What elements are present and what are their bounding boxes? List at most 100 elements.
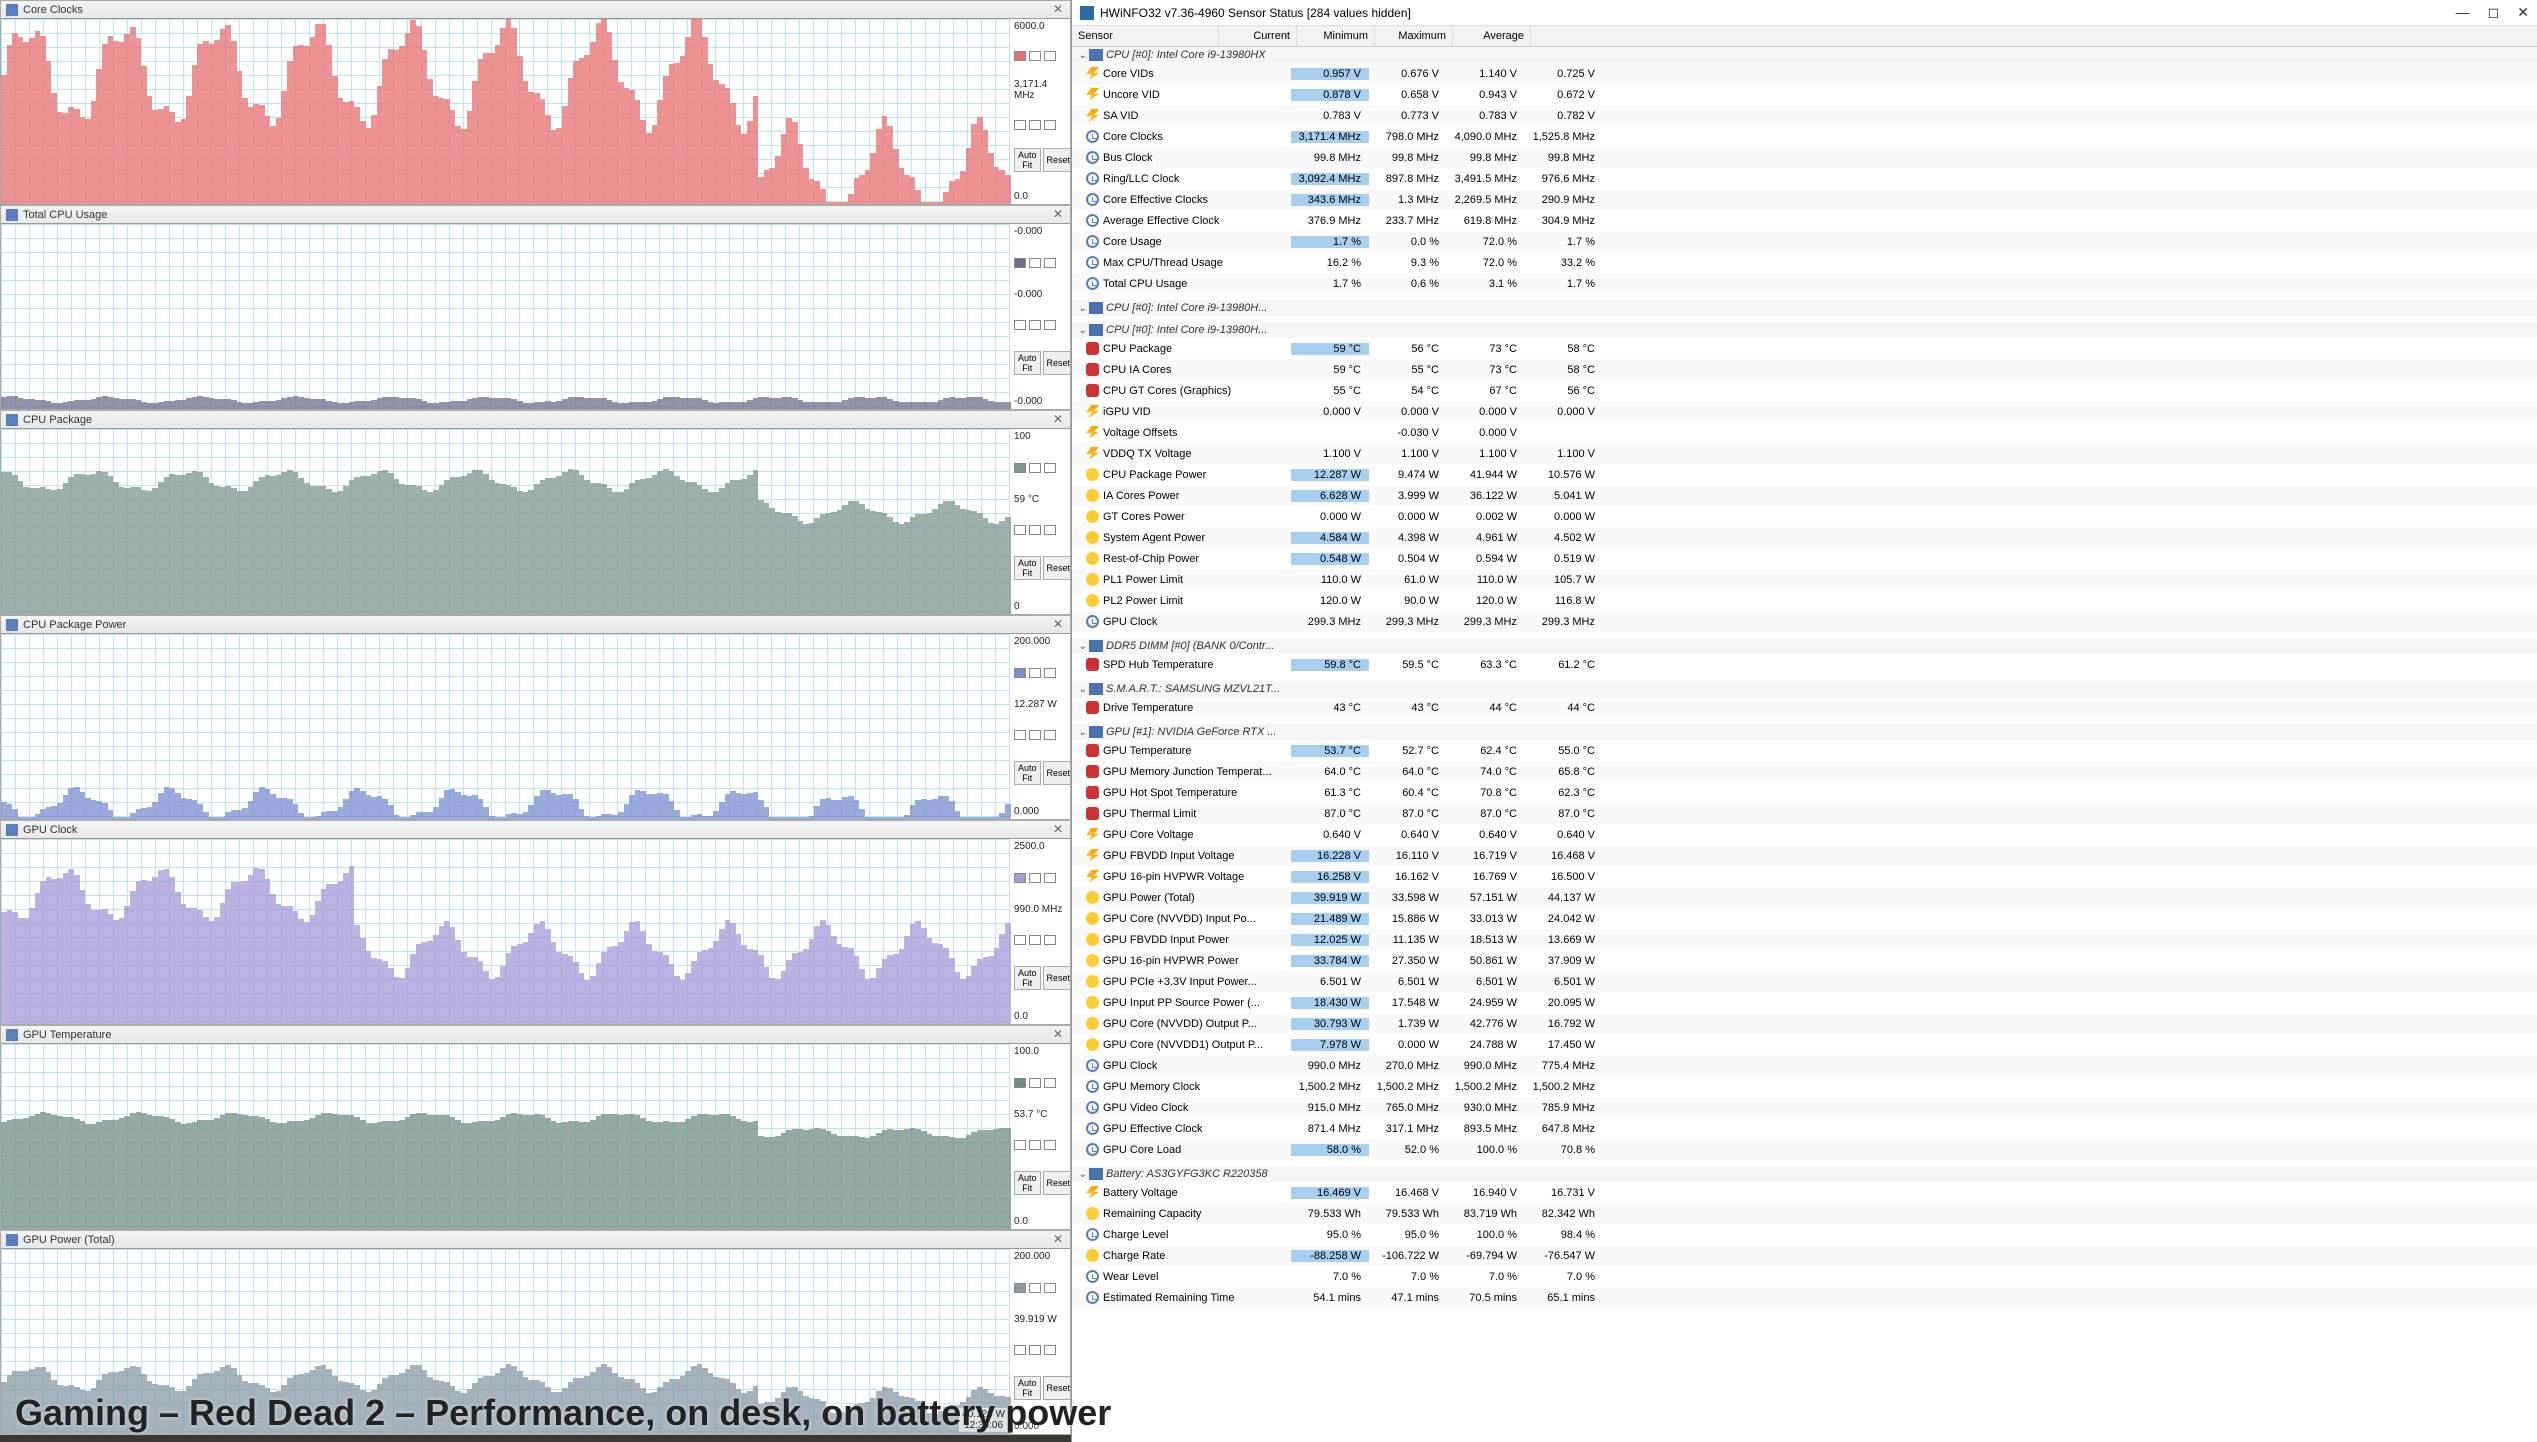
chart-header[interactable]: CPU Package Power ✕ bbox=[1, 616, 1070, 634]
chart-close-icon[interactable]: ✕ bbox=[1051, 208, 1065, 222]
swatch-empty[interactable] bbox=[1044, 258, 1056, 268]
sensor-row[interactable]: SPD Hub Temperature 59.8 °C 59.5 °C 63.3… bbox=[1072, 654, 2537, 675]
expand-icon[interactable]: ⌄ bbox=[1076, 303, 1089, 314]
swatch-empty[interactable] bbox=[1044, 1345, 1056, 1355]
chart-close-icon[interactable]: ✕ bbox=[1051, 1233, 1065, 1247]
sensor-row[interactable]: GPU Memory Clock 1,500.2 MHz 1,500.2 MHz… bbox=[1072, 1076, 2537, 1097]
sensor-row[interactable]: GPU Memory Junction Temperat... 64.0 °C … bbox=[1072, 761, 2537, 782]
sensor-row[interactable]: Ring/LLC Clock 3,092.4 MHz 897.8 MHz 3,4… bbox=[1072, 168, 2537, 189]
expand-icon[interactable]: ⌄ bbox=[1076, 684, 1089, 695]
sensor-row[interactable]: Core VIDs 0.957 V 0.676 V 1.140 V 0.725 … bbox=[1072, 63, 2537, 84]
reset-button[interactable]: Reset bbox=[1043, 556, 1070, 580]
sensor-row[interactable]: Wear Level 7.0 % 7.0 % 7.0 % 7.0 % bbox=[1072, 1266, 2537, 1287]
sensor-group[interactable]: ⌄S.M.A.R.T.: SAMSUNG MZVL21T... bbox=[1072, 681, 2537, 697]
swatch-empty[interactable] bbox=[1044, 120, 1056, 130]
sensor-row[interactable]: CPU Package Power 12.287 W 9.474 W 41.94… bbox=[1072, 464, 2537, 485]
sensor-group[interactable]: ⌄CPU [#0]: Intel Core i9-13980HX bbox=[1072, 47, 2537, 63]
swatch-empty[interactable] bbox=[1029, 51, 1041, 61]
sensor-row[interactable]: Total CPU Usage 1.7 % 0.6 % 3.1 % 1.7 % bbox=[1072, 273, 2537, 294]
sensor-row[interactable]: GPU FBVDD Input Voltage 16.228 V 16.110 … bbox=[1072, 845, 2537, 866]
swatch-empty[interactable] bbox=[1044, 1078, 1056, 1088]
swatch-empty[interactable] bbox=[1014, 525, 1026, 535]
swatch-empty[interactable] bbox=[1029, 935, 1041, 945]
swatch-empty[interactable] bbox=[1029, 1078, 1041, 1088]
swatch-empty[interactable] bbox=[1044, 463, 1056, 473]
sensor-row[interactable]: VDDQ TX Voltage 1.100 V 1.100 V 1.100 V … bbox=[1072, 443, 2537, 464]
col-average[interactable]: Average bbox=[1453, 26, 1531, 46]
swatch-empty[interactable] bbox=[1014, 1140, 1026, 1150]
sensor-row[interactable]: GPU Clock 990.0 MHz 270.0 MHz 990.0 MHz … bbox=[1072, 1055, 2537, 1076]
sensor-row[interactable]: Charge Rate -88.258 W -106.722 W -69.794… bbox=[1072, 1245, 2537, 1266]
swatch-empty[interactable] bbox=[1029, 668, 1041, 678]
swatch-empty[interactable] bbox=[1029, 258, 1041, 268]
swatch-empty[interactable] bbox=[1014, 935, 1026, 945]
sensor-row[interactable]: Rest-of-Chip Power 0.548 W 0.504 W 0.594… bbox=[1072, 548, 2537, 569]
autofit-button[interactable]: Auto Fit bbox=[1014, 351, 1041, 375]
swatch-empty[interactable] bbox=[1044, 730, 1056, 740]
sensor-row[interactable]: GPU Input PP Source Power (... 18.430 W … bbox=[1072, 992, 2537, 1013]
chart-header[interactable]: Total CPU Usage ✕ bbox=[1, 206, 1070, 224]
sensor-row[interactable]: GPU 16-pin HVPWR Power 33.784 W 27.350 W… bbox=[1072, 950, 2537, 971]
swatch-empty[interactable] bbox=[1044, 1140, 1056, 1150]
autofit-button[interactable]: Auto Fit bbox=[1014, 1171, 1041, 1195]
swatch-empty[interactable] bbox=[1029, 120, 1041, 130]
sensor-row[interactable]: SA VID 0.783 V 0.773 V 0.783 V 0.782 V bbox=[1072, 105, 2537, 126]
chart-close-icon[interactable]: ✕ bbox=[1051, 1028, 1065, 1042]
sensor-row[interactable]: Max CPU/Thread Usage 16.2 % 9.3 % 72.0 %… bbox=[1072, 252, 2537, 273]
series-swatch[interactable] bbox=[1014, 668, 1026, 678]
sensor-row[interactable]: Estimated Remaining Time 54.1 mins 47.1 … bbox=[1072, 1287, 2537, 1308]
chart-header[interactable]: CPU Package ✕ bbox=[1, 411, 1070, 429]
reset-button[interactable]: Reset bbox=[1043, 148, 1070, 172]
swatch-empty[interactable] bbox=[1029, 1140, 1041, 1150]
sensor-row[interactable]: CPU Package 59 °C 56 °C 73 °C 58 °C bbox=[1072, 338, 2537, 359]
expand-icon[interactable]: ⌄ bbox=[1076, 325, 1089, 336]
sensor-row[interactable]: GPU Video Clock 915.0 MHz 765.0 MHz 930.… bbox=[1072, 1097, 2537, 1118]
series-swatch[interactable] bbox=[1014, 1078, 1026, 1088]
series-swatch[interactable] bbox=[1014, 463, 1026, 473]
series-swatch[interactable] bbox=[1014, 873, 1026, 883]
sensor-row[interactable]: CPU GT Cores (Graphics) 55 °C 54 °C 67 °… bbox=[1072, 380, 2537, 401]
sensor-group[interactable]: ⌄DDR5 DIMM [#0] (BANK 0/Contr... bbox=[1072, 638, 2537, 654]
expand-icon[interactable]: ⌄ bbox=[1076, 50, 1089, 61]
sensor-row[interactable]: Bus Clock 99.8 MHz 99.8 MHz 99.8 MHz 99.… bbox=[1072, 147, 2537, 168]
sensor-row[interactable]: Average Effective Clock 376.9 MHz 233.7 … bbox=[1072, 210, 2537, 231]
sensor-row[interactable]: GPU Core (NVVDD) Output P... 30.793 W 1.… bbox=[1072, 1013, 2537, 1034]
autofit-button[interactable]: Auto Fit bbox=[1014, 966, 1041, 990]
sensor-group[interactable]: ⌄CPU [#0]: Intel Core i9-13980H... bbox=[1072, 300, 2537, 316]
swatch-empty[interactable] bbox=[1044, 525, 1056, 535]
close-button[interactable]: ✕ bbox=[2517, 4, 2529, 21]
sensor-row[interactable]: PL1 Power Limit 110.0 W 61.0 W 110.0 W 1… bbox=[1072, 569, 2537, 590]
sensor-row[interactable]: Uncore VID 0.878 V 0.658 V 0.943 V 0.672… bbox=[1072, 84, 2537, 105]
swatch-empty[interactable] bbox=[1044, 1283, 1056, 1293]
swatch-empty[interactable] bbox=[1029, 463, 1041, 473]
sensor-row[interactable]: Drive Temperature 43 °C 43 °C 44 °C 44 °… bbox=[1072, 697, 2537, 718]
chart-close-icon[interactable]: ✕ bbox=[1051, 618, 1065, 632]
autofit-button[interactable]: Auto Fit bbox=[1014, 148, 1041, 172]
swatch-empty[interactable] bbox=[1044, 873, 1056, 883]
reset-button[interactable]: Reset bbox=[1043, 761, 1070, 785]
sensor-row[interactable]: GPU Core (NVVDD) Input Po... 21.489 W 15… bbox=[1072, 908, 2537, 929]
swatch-empty[interactable] bbox=[1014, 320, 1026, 330]
expand-icon[interactable]: ⌄ bbox=[1076, 641, 1089, 652]
col-maximum[interactable]: Maximum bbox=[1375, 26, 1453, 46]
chart-header[interactable]: Core Clocks ✕ bbox=[1, 1, 1070, 19]
sensor-group[interactable]: ⌄GPU [#1]: NVIDIA GeForce RTX ... bbox=[1072, 724, 2537, 740]
series-swatch[interactable] bbox=[1014, 258, 1026, 268]
sensor-row[interactable]: GPU 16-pin HVPWR Voltage 16.258 V 16.162… bbox=[1072, 866, 2537, 887]
swatch-empty[interactable] bbox=[1029, 525, 1041, 535]
chart-header[interactable]: GPU Clock ✕ bbox=[1, 821, 1070, 839]
autofit-button[interactable]: Auto Fit bbox=[1014, 761, 1041, 785]
sensor-row[interactable]: Core Effective Clocks 343.6 MHz 1.3 MHz … bbox=[1072, 189, 2537, 210]
sensor-row[interactable]: Remaining Capacity 79.533 Wh 79.533 Wh 8… bbox=[1072, 1203, 2537, 1224]
swatch-empty[interactable] bbox=[1014, 120, 1026, 130]
series-swatch[interactable] bbox=[1014, 51, 1026, 61]
sensor-row[interactable]: Battery Voltage 16.469 V 16.468 V 16.940… bbox=[1072, 1182, 2537, 1203]
sensor-row[interactable]: GPU Core (NVVDD1) Output P... 7.978 W 0.… bbox=[1072, 1034, 2537, 1055]
chart-close-icon[interactable]: ✕ bbox=[1051, 3, 1065, 17]
sensor-row[interactable]: iGPU VID 0.000 V 0.000 V 0.000 V 0.000 V bbox=[1072, 401, 2537, 422]
sensor-row[interactable]: GT Cores Power 0.000 W 0.000 W 0.002 W 0… bbox=[1072, 506, 2537, 527]
sensor-group[interactable]: ⌄CPU [#0]: Intel Core i9-13980H... bbox=[1072, 322, 2537, 338]
expand-icon[interactable]: ⌄ bbox=[1076, 1169, 1089, 1180]
chart-close-icon[interactable]: ✕ bbox=[1051, 823, 1065, 837]
sensor-row[interactable]: GPU Effective Clock 871.4 MHz 317.1 MHz … bbox=[1072, 1118, 2537, 1139]
